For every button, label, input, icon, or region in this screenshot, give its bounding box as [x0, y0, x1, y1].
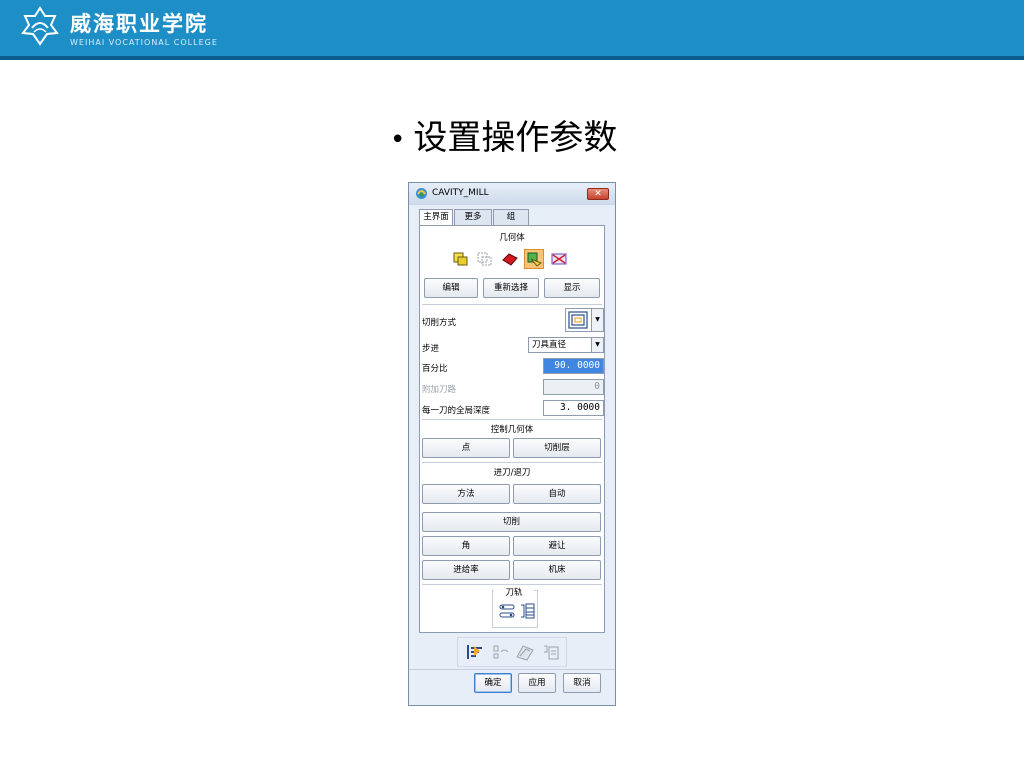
- cut-levels-button[interactable]: 切削层: [513, 438, 601, 458]
- specify-check-icon[interactable]: [501, 250, 519, 268]
- additional-passes-input[interactable]: 0: [543, 379, 604, 395]
- machine-button[interactable]: 机床: [513, 560, 601, 580]
- global-depth-input[interactable]: 3. 0000: [543, 400, 604, 416]
- specify-cut-area-icon: [527, 252, 543, 267]
- feed-rates-button[interactable]: 进给率: [422, 560, 510, 580]
- geometry-section-title: 几何体: [499, 233, 525, 243]
- replay-icon[interactable]: [491, 642, 511, 662]
- global-depth-label: 每一刀的全局深度: [422, 406, 491, 416]
- header-divider: [0, 56, 1024, 60]
- dialog-title: CAVITY_MILL: [432, 188, 489, 198]
- verify-icon[interactable]: [515, 642, 535, 662]
- percent-label: 百分比: [422, 364, 448, 374]
- percent-input[interactable]: 90. 0000: [543, 358, 604, 374]
- corner-button[interactable]: 角: [422, 536, 510, 556]
- generate-icon[interactable]: [465, 642, 485, 662]
- bullet-mark: •: [390, 125, 406, 155]
- slide-title: • 设置操作参数: [390, 110, 617, 159]
- engage-retract-title: 进刀/退刀: [493, 468, 531, 478]
- tab-more[interactable]: 更多: [454, 209, 492, 225]
- close-icon: ✕: [594, 189, 602, 199]
- automatic-button[interactable]: 自动: [513, 484, 601, 504]
- list-icon[interactable]: [541, 642, 561, 662]
- college-name-cn: 威海职业学院: [70, 12, 208, 36]
- cut-pattern-label: 切削方式: [422, 318, 457, 328]
- separator: [422, 584, 602, 585]
- stepover-value: 刀具直径: [532, 340, 567, 350]
- chevron-down-icon: ▼: [591, 338, 603, 352]
- chevron-down-icon: ▼: [591, 309, 603, 331]
- additional-passes-label: 附加刀路: [422, 385, 457, 395]
- avoidance-button[interactable]: 避让: [513, 536, 601, 556]
- cutting-button[interactable]: 切削: [422, 512, 601, 532]
- separator: [422, 419, 602, 420]
- slide-title-text: 设置操作参数: [413, 118, 618, 158]
- cavity-mill-dialog: CAVITY_MILL ✕ 主界面 更多 组 几何体 编辑 重新选择 显示 切削…: [408, 182, 616, 706]
- specify-blank-icon[interactable]: [476, 250, 494, 268]
- apply-button[interactable]: 应用: [518, 673, 556, 693]
- display-button[interactable]: 显示: [544, 278, 600, 298]
- separator: [409, 669, 615, 670]
- cut-pattern-select[interactable]: ▼: [565, 308, 604, 332]
- tab-group[interactable]: 组: [493, 209, 529, 225]
- dialog-titlebar[interactable]: CAVITY_MILL ✕: [409, 183, 615, 205]
- point-button[interactable]: 点: [422, 438, 510, 458]
- edit-button[interactable]: 编辑: [424, 278, 478, 298]
- cut-area-selected[interactable]: [524, 249, 544, 269]
- separator: [422, 462, 602, 463]
- college-name-en: WEIHAI VOCATIONAL COLLEGE: [70, 38, 218, 47]
- separator: [422, 304, 602, 305]
- specify-part-icon[interactable]: [452, 250, 470, 268]
- follow-periphery-icon: [568, 311, 588, 329]
- tool-path-title: 刀轨: [494, 586, 534, 598]
- control-geometry-title: 控制几何体: [490, 425, 534, 435]
- stepover-label: 步进: [422, 344, 440, 354]
- tab-main[interactable]: 主界面: [419, 209, 453, 226]
- reselect-button[interactable]: 重新选择: [483, 278, 539, 298]
- ok-button[interactable]: 确定: [474, 673, 512, 693]
- method-button[interactable]: 方法: [422, 484, 510, 504]
- college-logo-icon: [21, 6, 59, 46]
- specify-trim-boundary-icon[interactable]: [550, 250, 568, 268]
- stepover-select[interactable]: 刀具直径 ▼: [528, 337, 604, 353]
- close-button[interactable]: ✕: [587, 188, 609, 200]
- path-settings-icon[interactable]: [498, 602, 516, 620]
- cancel-button[interactable]: 取消: [563, 673, 601, 693]
- main-panel: 几何体 编辑 重新选择 显示 切削方式 ▼ 步进 刀具直径 ▼ 百分比 90. …: [419, 225, 605, 633]
- path-list-icon[interactable]: [518, 602, 536, 620]
- app-icon: [416, 188, 427, 199]
